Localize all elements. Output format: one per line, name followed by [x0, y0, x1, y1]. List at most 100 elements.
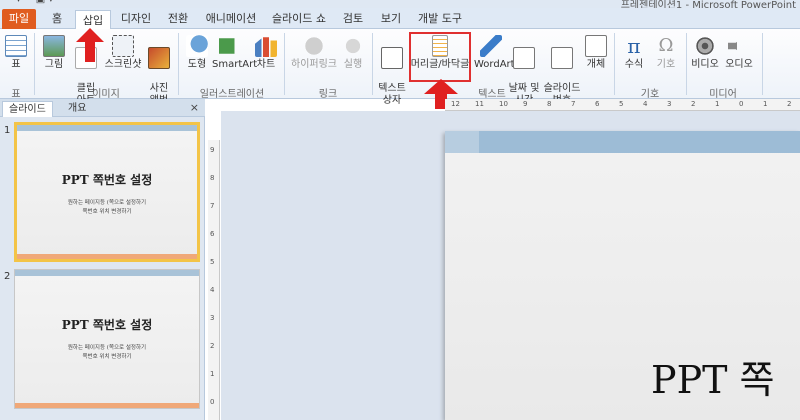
equation-button[interactable]: π 수식: [620, 35, 648, 71]
ruler-tick-label: 2: [691, 100, 696, 108]
chart-icon: [255, 37, 277, 57]
tab-review[interactable]: 검토: [336, 9, 370, 29]
video-button[interactable]: 비디오: [690, 35, 720, 71]
tab-slides[interactable]: 슬라이드: [2, 101, 53, 117]
equation-label: 수식: [624, 59, 644, 70]
ruler-tick-label: 6: [595, 100, 600, 108]
ruler-tick-label: 8: [210, 174, 215, 182]
thumb-subtitle-line: 원하는 페이지등 (쪽으로 설정하기: [67, 345, 147, 351]
group-label-table: 표: [11, 89, 21, 100]
film-reel-icon: [694, 35, 716, 57]
shape-label: 도형: [187, 59, 207, 70]
group-label-illustrations: 일러스트레이션: [199, 89, 265, 100]
tab-file[interactable]: 파일: [2, 9, 36, 29]
thumb-top-band: [15, 270, 199, 276]
ruler-tick-label: 4: [210, 286, 215, 294]
horizontal-ruler[interactable]: 12 11 10 9 8 7 6 5 4 3 2 1 0 1 2: [445, 99, 800, 111]
slide-top-band-left: [445, 131, 479, 153]
chart-label: 차트: [256, 59, 276, 70]
ruler-tick-label: 8: [547, 100, 552, 108]
group-separator: [762, 33, 763, 95]
smartart-button[interactable]: SmartArt: [212, 35, 257, 71]
group-separator: [178, 33, 179, 95]
thumb-subtitle-line: 쪽번호 위치 변경하기: [82, 209, 132, 215]
ruler-tick-label: 2: [787, 100, 792, 108]
ruler-tick-label: 1: [715, 100, 720, 108]
wordart-icon: [480, 35, 502, 57]
group-label-text: 텍스트: [478, 89, 506, 100]
panel-tabs: 슬라이드 개요 ×: [0, 99, 205, 117]
shape-button[interactable]: 도형: [184, 35, 210, 71]
ruler-tick-label: 0: [739, 100, 744, 108]
group-separator: [284, 33, 285, 95]
chart-button[interactable]: 차트: [254, 35, 278, 71]
slides-panel: 슬라이드 개요 × 1 PPT 쪽번호 설정 원하는 페이지등 (쪽으로 설정하…: [0, 99, 205, 420]
group-separator: [34, 33, 35, 95]
slide-top-band: [445, 131, 800, 153]
vertical-ruler[interactable]: 9 8 7 6 5 4 3 2 1 0: [208, 140, 220, 420]
ruler-tick-label: 7: [571, 100, 576, 108]
thumb-bottom-band: [17, 254, 197, 259]
screenshot-button[interactable]: 스크린샷: [103, 35, 143, 71]
symbol-button[interactable]: Ω 기호: [652, 35, 680, 71]
slide-number-icon: [551, 47, 573, 69]
slide-number: 2: [4, 271, 11, 282]
table-label: 표: [11, 59, 21, 70]
omega-icon: Ω: [658, 35, 674, 56]
ruler-tick-label: 3: [667, 100, 672, 108]
ruler-tick-label: 4: [643, 100, 648, 108]
smartart-icon: [219, 38, 245, 54]
group-label-links: 링크: [318, 89, 338, 100]
thumb-subtitle-line: 원하는 페이지등 (쪽으로 설정하기: [67, 200, 147, 206]
object-icon: [585, 35, 607, 57]
ruler-tick-label: 10: [499, 100, 508, 108]
ruler-tick-label: 3: [210, 314, 215, 322]
group-separator: [372, 33, 373, 95]
ruler-tick-label: 5: [619, 100, 624, 108]
ruler-tick-label: 5: [210, 258, 215, 266]
audio-label: 오디오: [725, 59, 753, 70]
tab-transitions[interactable]: 전환: [160, 9, 196, 29]
ruler-tick-label: 1: [210, 370, 215, 378]
annotation-arrow-up-icon: [76, 28, 104, 62]
thumb-title: PPT 쪽번호 설정: [61, 318, 153, 332]
quick-access-icons[interactable]: ▾ ↶ ▣ ▾: [16, 0, 53, 5]
speaker-icon: [728, 36, 746, 56]
wordart-button[interactable]: WordArt: [474, 35, 515, 71]
table-button[interactable]: 표: [4, 35, 28, 71]
textbox-icon: [381, 47, 403, 69]
pi-icon: π: [627, 34, 641, 58]
thumb-bottom-band: [15, 403, 199, 408]
main-slide[interactable]: PPT 쪽: [445, 131, 800, 420]
globe-icon: [303, 35, 325, 57]
title-bar: ▾ ↶ ▣ ▾ 프레젠테이션1 - Microsoft PowerPoint: [0, 0, 800, 8]
hyperlink-button[interactable]: 하이퍼링크: [290, 35, 338, 71]
close-icon[interactable]: ×: [190, 101, 199, 114]
photo-album-icon: [148, 47, 170, 69]
ruler-tick-label: 12: [451, 100, 460, 108]
tab-home[interactable]: 홈: [42, 9, 72, 29]
action-label: 실행: [343, 59, 363, 70]
tab-slideshow[interactable]: 슬라이드 쇼: [266, 9, 332, 29]
group-label-images: 이미지: [92, 89, 120, 100]
object-button[interactable]: 개체: [584, 35, 608, 71]
action-button[interactable]: 실행: [340, 35, 366, 71]
screenshot-label: 스크린샷: [104, 59, 142, 70]
group-label-symbols: 기호: [640, 89, 660, 100]
calendar-icon: [513, 47, 535, 69]
audio-button[interactable]: 오디오: [722, 35, 756, 71]
tab-developer[interactable]: 개발 도구: [412, 9, 468, 29]
picture-label: 그림: [44, 59, 64, 70]
tab-animations[interactable]: 애니메이션: [200, 9, 262, 29]
picture-button[interactable]: 그림: [40, 35, 68, 71]
ruler-tick-label: 6: [210, 230, 215, 238]
slide-thumbnail[interactable]: PPT 쪽번호 설정 원하는 페이지등 (쪽으로 설정하기 쪽번호 위치 변경하…: [14, 269, 200, 409]
thumb-subtitle-line: 쪽번호 위치 변경하기: [82, 354, 132, 360]
symbol-label: 기호: [656, 59, 676, 70]
slide-thumbnail[interactable]: PPT 쪽번호 설정 원하는 페이지등 (쪽으로 설정하기 쪽번호 위치 변경하…: [14, 122, 200, 262]
tab-outline[interactable]: 개요: [62, 101, 92, 117]
tab-insert[interactable]: 삽입: [75, 10, 111, 30]
tab-design[interactable]: 디자인: [115, 9, 157, 29]
slide-title[interactable]: PPT 쪽: [651, 349, 775, 404]
tab-view[interactable]: 보기: [374, 9, 408, 29]
